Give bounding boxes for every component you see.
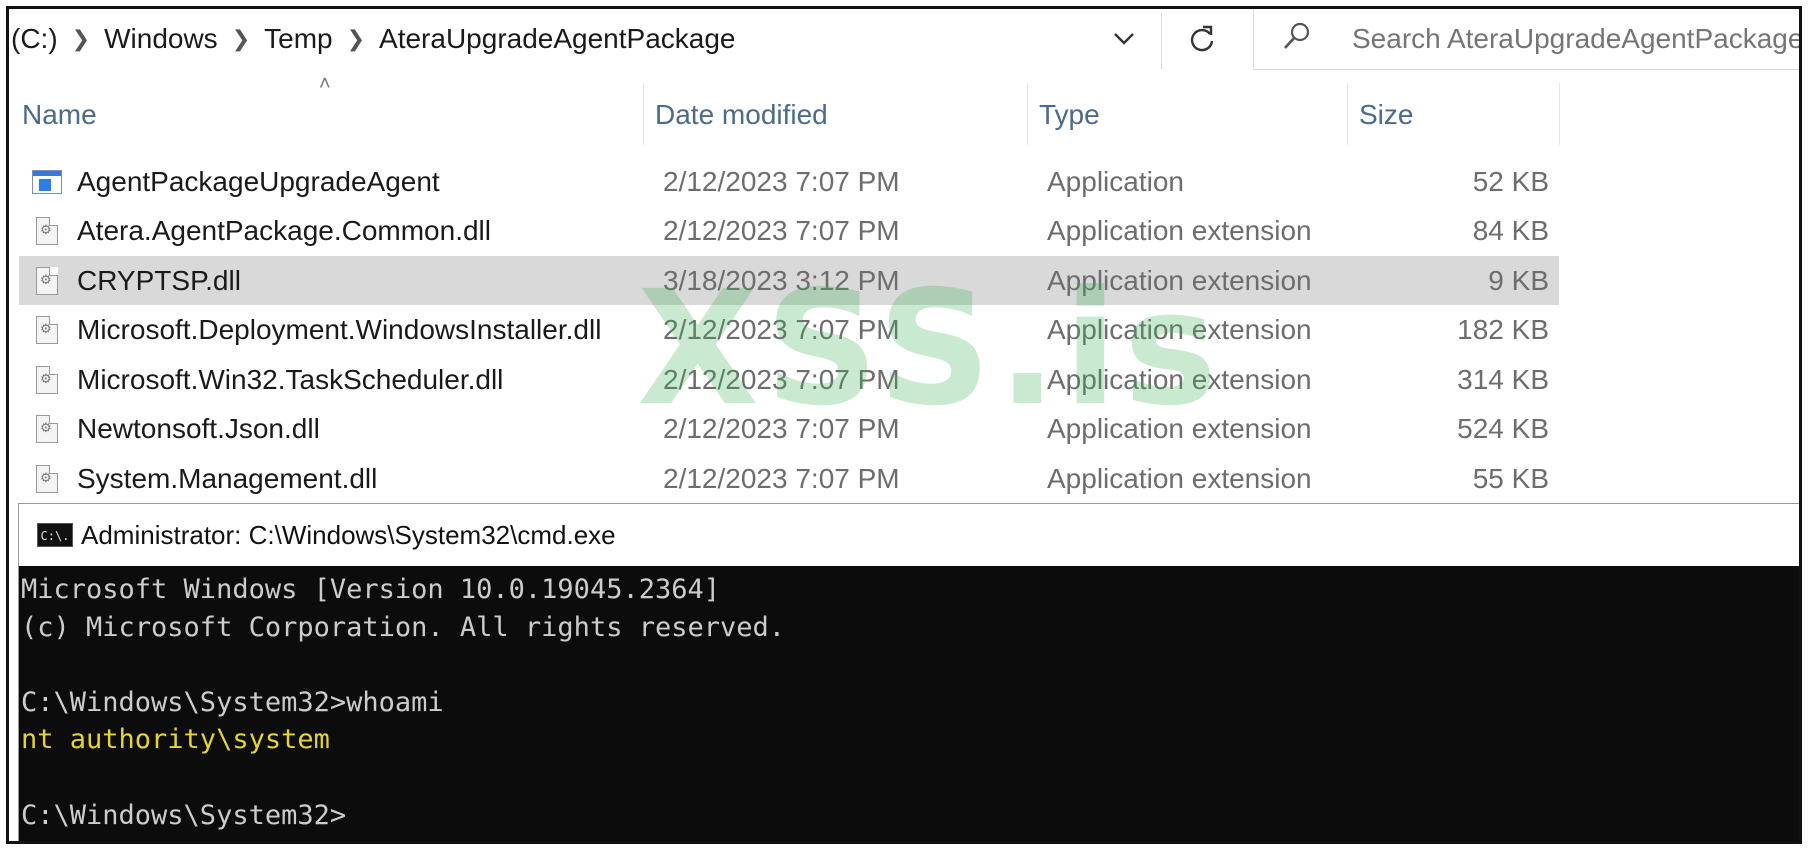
column-header-date-modified[interactable]: Date modified [655,89,828,141]
cmd-icon: C:\. [37,523,73,547]
breadcrumb[interactable]: (C:) ❯ Windows ❯ Temp ❯ AteraUpgradeAgen… [9,9,1153,69]
file-size: 84 KB [1472,215,1549,246]
search-icon [1282,21,1312,58]
file-type: Application extension [1047,264,1312,296]
breadcrumb-current-folder[interactable]: AteraUpgradeAgentPackage [373,23,741,55]
dll-file-icon [36,316,58,344]
file-row[interactable]: AgentPackageUpgradeAgent 2/12/2023 7:07 … [19,157,1559,206]
application-icon [32,169,62,194]
address-history-dropdown-button[interactable] [1099,17,1149,61]
file-size: 55 KB [1472,462,1549,494]
console-line-whoami-output: nt authority\system [21,724,330,756]
toolbar-divider [1161,13,1162,69]
chevron-right-icon[interactable]: ❯ [64,26,98,52]
column-header-type[interactable]: Type [1039,89,1100,141]
file-date-modified: 2/12/2023 7:07 PM [663,413,900,444]
chevron-down-icon [1114,33,1134,45]
column-divider[interactable] [643,83,644,145]
chevron-right-icon[interactable]: ❯ [224,26,258,52]
file-type: Application extension [1047,215,1312,246]
file-size: 524 KB [1457,413,1549,444]
search-input[interactable] [1352,23,1799,55]
dll-file-icon [36,464,58,493]
file-date-modified: 2/12/2023 7:07 PM [663,215,900,246]
refresh-icon [1190,25,1214,52]
file-type: Application extension [1047,363,1312,395]
file-name: AgentPackageUpgradeAgent [77,165,440,197]
cmd-window[interactable]: C:\. Administrator: C:\Windows\System32\… [18,503,1799,841]
file-date-modified: 2/12/2023 7:07 PM [663,165,900,197]
dll-file-icon [36,365,58,394]
column-header-size[interactable]: Size [1359,89,1413,141]
file-name: Microsoft.Win32.TaskScheduler.dll [77,363,504,395]
file-row[interactable]: Microsoft.Deployment.WindowsInstaller.dl… [19,306,1559,355]
file-type: Application [1047,165,1184,197]
column-header-name[interactable]: Name [22,89,97,141]
file-type: Application extension [1047,314,1312,345]
file-date-modified: 2/12/2023 7:07 PM [663,363,900,395]
console-line: (c) Microsoft Corporation. All rights re… [21,611,786,643]
address-bar: (C:) ❯ Windows ❯ Temp ❯ AteraUpgradeAgen… [9,9,1799,70]
column-divider[interactable] [1559,83,1560,145]
file-date-modified: 2/12/2023 7:07 PM [663,462,900,494]
file-row[interactable]: Newtonsoft.Json.dll 2/12/2023 7:07 PM Ap… [19,405,1559,454]
file-row-selected[interactable]: CRYPTSP.dll 3/18/2023 3:12 PM Applicatio… [19,256,1559,305]
cmd-title-bar[interactable]: C:\. Administrator: C:\Windows\System32\… [19,504,1799,566]
console-line: C:\Windows\System32>whoami [21,686,444,718]
dll-file-icon [36,415,58,443]
file-type: Application extension [1047,413,1312,444]
dll-file-icon [36,266,58,295]
breadcrumb-drive[interactable]: (C:) [9,23,64,55]
file-row[interactable]: Atera.AgentPackage.Common.dll 2/12/2023 … [19,207,1559,256]
file-name: System.Management.dll [77,462,378,494]
file-name: Newtonsoft.Json.dll [77,413,320,444]
file-size: 182 KB [1457,314,1549,345]
file-name: Microsoft.Deployment.WindowsInstaller.dl… [77,314,602,345]
cmd-title: Administrator: C:\Windows\System32\cmd.e… [81,519,616,550]
cmd-console-output[interactable]: Microsoft Windows [Version 10.0.19045.23… [19,566,1799,841]
file-date-modified: 2/12/2023 7:07 PM [663,314,900,345]
sort-ascending-icon: ˄ [319,73,331,95]
file-size: 52 KB [1472,165,1549,197]
file-type: Application extension [1047,462,1312,494]
chevron-right-icon[interactable]: ❯ [339,26,373,52]
screenshot-frame: (C:) ❯ Windows ❯ Temp ❯ AteraUpgradeAgen… [6,6,1802,844]
file-row[interactable]: System.Management.dll 2/12/2023 7:07 PM … [19,454,1559,503]
console-line: Microsoft Windows [Version 10.0.19045.23… [21,574,720,605]
search-box[interactable] [1253,9,1799,70]
file-size: 9 KB [1488,264,1549,296]
file-name: CRYPTSP.dll [77,264,241,296]
file-row[interactable]: Microsoft.Win32.TaskScheduler.dll 2/12/2… [19,355,1559,404]
file-name: Atera.AgentPackage.Common.dll [77,215,491,246]
file-size: 314 KB [1457,363,1549,395]
dll-file-icon [36,217,58,245]
refresh-button[interactable] [1167,13,1237,65]
column-divider[interactable] [1027,83,1028,145]
column-divider[interactable] [1347,83,1348,145]
console-prompt[interactable]: C:\Windows\System32> [19,797,1799,835]
file-date-modified: 3/18/2023 3:12 PM [663,264,900,296]
breadcrumb-windows[interactable]: Windows [98,23,224,55]
breadcrumb-temp[interactable]: Temp [258,23,338,55]
